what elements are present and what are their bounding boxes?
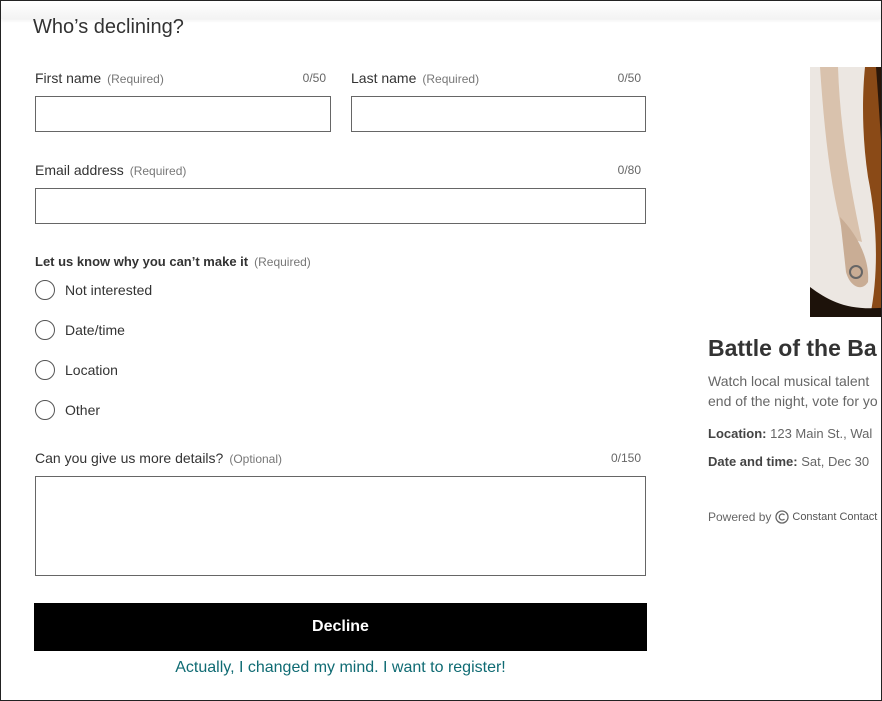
first-name-label-text: First name [35,70,102,86]
radio-circle[interactable] [35,320,55,340]
page-frame: Who’s declining? First name (Required) 0… [0,0,882,701]
radio-location[interactable]: Location [35,360,118,380]
last-name-input[interactable] [351,96,646,132]
event-datetime: Date and time: Sat, Dec 30 [708,454,869,469]
event-datetime-label: Date and time: [708,454,798,469]
email-required: (Required) [129,164,187,178]
event-title: Battle of the Ba [708,335,877,361]
reason-required: (Required) [254,255,311,269]
radio-label: Not interested [65,282,153,298]
email-counter: 0/80 [617,163,641,177]
event-description: Watch local musical talent end of the ni… [708,371,881,411]
radio-not-interested[interactable]: Not interested [35,280,152,300]
powered-by-text: Powered by [708,510,772,524]
last-name-required: (Required) [422,72,480,86]
details-optional: (Optional) [229,452,283,466]
reason-label-text: Let us know why you can’t make it [35,254,249,269]
register-link[interactable]: Actually, I changed my mind. I want to r… [34,659,647,677]
first-name-input[interactable] [35,96,331,132]
event-location-value: 123 Main St., Wal [770,426,873,441]
form-heading: Who’s declining? [33,16,184,38]
first-name-required: (Required) [107,72,164,86]
radio-date-time[interactable]: Date/time [35,320,125,340]
first-name-label: First name (Required) [35,70,164,86]
event-description-line: end of the night, vote for yo [708,393,878,409]
event-datetime-value: Sat, Dec 30 [801,454,870,469]
event-location-label: Location: [708,426,767,441]
details-textarea[interactable] [35,476,646,576]
radio-other[interactable]: Other [35,400,100,420]
last-name-counter: 0/50 [617,71,641,85]
last-name-label-text: Last name [351,70,417,86]
details-counter: 0/150 [610,451,641,465]
radio-label: Location [65,362,118,378]
reason-label: Let us know why you can’t make it (Requi… [35,254,311,269]
first-name-counter: 0/50 [302,71,326,85]
event-location: Location: 123 Main St., Wal [708,426,872,441]
event-description-line: Watch local musical talent [708,373,870,389]
email-label-text: Email address [35,162,124,178]
email-input[interactable] [35,188,646,224]
constant-contact-brand: Constant Contact [792,511,878,523]
radio-circle[interactable] [35,400,55,420]
email-label: Email address (Required) [35,162,186,178]
details-label: Can you give us more details? (Optional) [35,450,282,466]
radio-label: Other [65,402,101,418]
guitarist-illustration [810,67,881,317]
constant-contact-logo[interactable]: Constant Contact [775,510,877,524]
decline-button[interactable]: Decline [34,603,647,651]
powered-by[interactable]: Powered by Constant Contact [708,510,877,524]
event-image [810,67,881,317]
radio-circle[interactable] [35,360,55,380]
constant-contact-icon [775,510,790,524]
radio-circle[interactable] [35,280,55,300]
last-name-label: Last name (Required) [351,70,479,86]
radio-label: Date/time [65,322,125,338]
details-label-text: Can you give us more details? [35,450,224,466]
